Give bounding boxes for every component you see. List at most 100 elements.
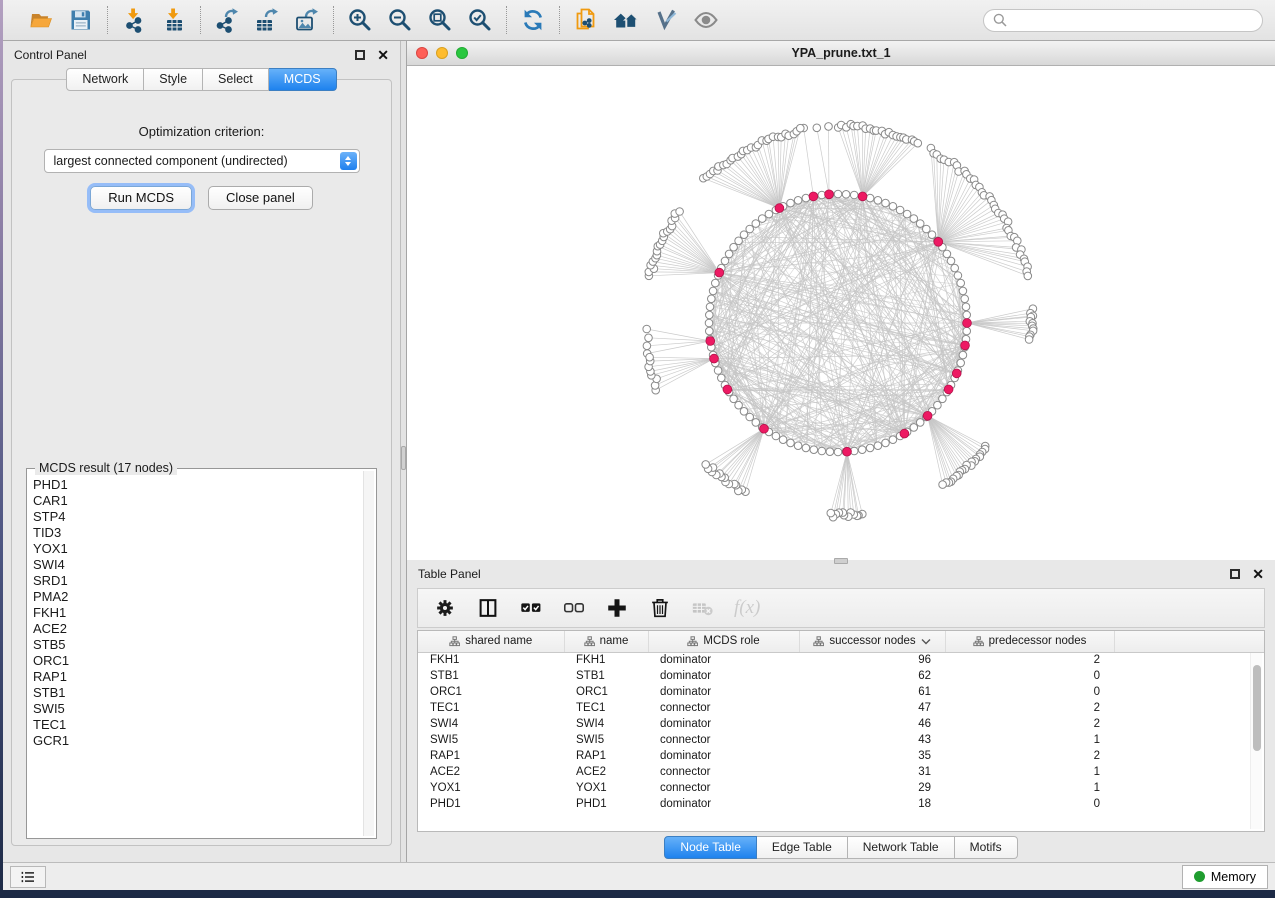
panel-menu-button[interactable] <box>10 866 46 888</box>
import-table-icon[interactable] <box>160 6 188 34</box>
table-row[interactable]: TEC1TEC1connector472 <box>418 700 1264 716</box>
column-header-predecessor-nodes[interactable]: predecessor nodes <box>945 631 1114 652</box>
mcds-node-item[interactable]: GCR1 <box>33 733 361 749</box>
search-box[interactable] <box>983 9 1263 32</box>
zoom-out-icon[interactable] <box>386 6 414 34</box>
dominator-node[interactable] <box>760 424 769 433</box>
table-scrollbar[interactable] <box>1250 653 1262 829</box>
gear-icon[interactable] <box>433 595 457 621</box>
result-list-scrollbar[interactable] <box>363 471 374 836</box>
dominator-node[interactable] <box>963 319 972 328</box>
tab-style[interactable]: Style <box>144 68 203 91</box>
clone-network-icon[interactable] <box>572 6 600 34</box>
dominator-node[interactable] <box>825 190 834 199</box>
mcds-node-item[interactable]: RAP1 <box>33 669 361 685</box>
home-networks-icon[interactable] <box>612 6 640 34</box>
table-row[interactable]: ACE2ACE2connector311 <box>418 764 1264 780</box>
dominator-node[interactable] <box>934 237 943 246</box>
tab-select[interactable]: Select <box>203 68 269 91</box>
column-header-MCDS-role[interactable]: MCDS role <box>648 631 799 652</box>
minimize-window-icon[interactable] <box>436 47 448 59</box>
table-row[interactable]: SWI4SWI4dominator462 <box>418 716 1264 732</box>
tab-mcds[interactable]: MCDS <box>269 68 337 91</box>
float-panel-icon[interactable] <box>355 50 365 60</box>
save-icon[interactable] <box>67 6 95 34</box>
clear-selection-icon[interactable] <box>562 595 586 621</box>
dominator-node[interactable] <box>775 204 784 213</box>
dominator-node[interactable] <box>723 385 732 394</box>
dominator-node[interactable] <box>900 429 909 438</box>
v-pen-icon[interactable] <box>652 6 680 34</box>
network-canvas[interactable] <box>407 66 1275 560</box>
dominator-node[interactable] <box>715 268 724 277</box>
import-network-icon[interactable] <box>120 6 148 34</box>
mcds-node-item[interactable]: TEC1 <box>33 717 361 733</box>
table-row[interactable]: ORC1ORC1dominator610 <box>418 684 1264 700</box>
float-table-panel-icon[interactable] <box>1230 569 1240 579</box>
mcds-node-item[interactable]: SWI5 <box>33 701 361 717</box>
search-input[interactable] <box>1012 13 1253 27</box>
mcds-node-item[interactable]: CAR1 <box>33 493 361 509</box>
dominator-node[interactable] <box>858 192 867 201</box>
column-header-successor-nodes[interactable]: successor nodes <box>799 631 945 652</box>
mcds-node-item[interactable]: SRD1 <box>33 573 361 589</box>
mcds-node-item[interactable]: STB5 <box>33 637 361 653</box>
mcds-node-item[interactable]: ORC1 <box>33 653 361 669</box>
table-row[interactable]: FKH1FKH1dominator962 <box>418 652 1264 668</box>
tab-node-table[interactable]: Node Table <box>664 836 757 859</box>
delete-column-icon[interactable] <box>648 595 672 621</box>
horizontal-splitter-handle[interactable] <box>834 558 848 564</box>
export-network-icon[interactable] <box>213 6 241 34</box>
close-table-panel-icon[interactable]: ✕ <box>1252 569 1264 579</box>
mcds-node-item[interactable]: TID3 <box>33 525 361 541</box>
open-file-icon[interactable] <box>27 6 55 34</box>
dominator-node[interactable] <box>706 337 715 346</box>
dominator-node[interactable] <box>961 341 970 350</box>
mcds-node-item[interactable]: STP4 <box>33 509 361 525</box>
mcds-node-item[interactable]: PMA2 <box>33 589 361 605</box>
table-row[interactable]: PHD1PHD1dominator180 <box>418 796 1264 812</box>
network-graph[interactable] <box>407 66 1275 560</box>
table-row[interactable]: RAP1RAP1dominator352 <box>418 748 1264 764</box>
panel-splitter[interactable] <box>400 41 407 862</box>
close-panel-button[interactable]: Close panel <box>208 186 313 210</box>
memory-button[interactable]: Memory <box>1182 865 1268 889</box>
zoom-selected-icon[interactable] <box>466 6 494 34</box>
mcds-node-item[interactable]: YOX1 <box>33 541 361 557</box>
optimization-criterion-select[interactable]: largest connected component (undirected) <box>44 149 360 173</box>
dominator-node[interactable] <box>843 447 852 456</box>
mcds-node-item[interactable]: PHD1 <box>33 477 361 493</box>
run-mcds-button[interactable]: Run MCDS <box>90 186 192 210</box>
tab-network-table[interactable]: Network Table <box>848 836 955 859</box>
tab-network[interactable]: Network <box>66 68 144 91</box>
column-header-name[interactable]: name <box>564 631 648 652</box>
dominator-node[interactable] <box>944 385 953 394</box>
mcds-node-item[interactable]: FKH1 <box>33 605 361 621</box>
export-table-icon[interactable] <box>253 6 281 34</box>
zoom-fit-icon[interactable] <box>426 6 454 34</box>
add-column-icon[interactable] <box>605 595 629 621</box>
dominator-node[interactable] <box>809 192 818 201</box>
mcds-node-item[interactable]: ACE2 <box>33 621 361 637</box>
zoom-in-icon[interactable] <box>346 6 374 34</box>
show-graphics-icon[interactable] <box>692 6 720 34</box>
column-header-shared-name[interactable]: shared name <box>418 631 564 652</box>
mcds-node-item[interactable]: STB1 <box>33 685 361 701</box>
dominator-node[interactable] <box>710 354 719 363</box>
table-row[interactable]: STB1STB1dominator620 <box>418 668 1264 684</box>
close-panel-icon[interactable]: ✕ <box>377 50 389 60</box>
export-image-icon[interactable] <box>293 6 321 34</box>
tab-motifs[interactable]: Motifs <box>955 836 1018 859</box>
mcds-result-list[interactable]: PHD1CAR1STP4TID3YOX1SWI4SRD1PMA2FKH1ACE2… <box>33 477 361 836</box>
select-all-icon[interactable] <box>519 595 543 621</box>
scrollbar-thumb[interactable] <box>1253 665 1261 751</box>
two-column-icon[interactable] <box>476 595 500 621</box>
table-row[interactable]: YOX1YOX1connector291 <box>418 780 1264 796</box>
dominator-node[interactable] <box>923 411 932 420</box>
tab-edge-table[interactable]: Edge Table <box>757 836 848 859</box>
dominator-node[interactable] <box>952 369 961 378</box>
refresh-icon[interactable] <box>519 6 547 34</box>
close-window-icon[interactable] <box>416 47 428 59</box>
splitter-handle-icon[interactable] <box>401 446 406 470</box>
table-row[interactable]: SWI5SWI5connector431 <box>418 732 1264 748</box>
